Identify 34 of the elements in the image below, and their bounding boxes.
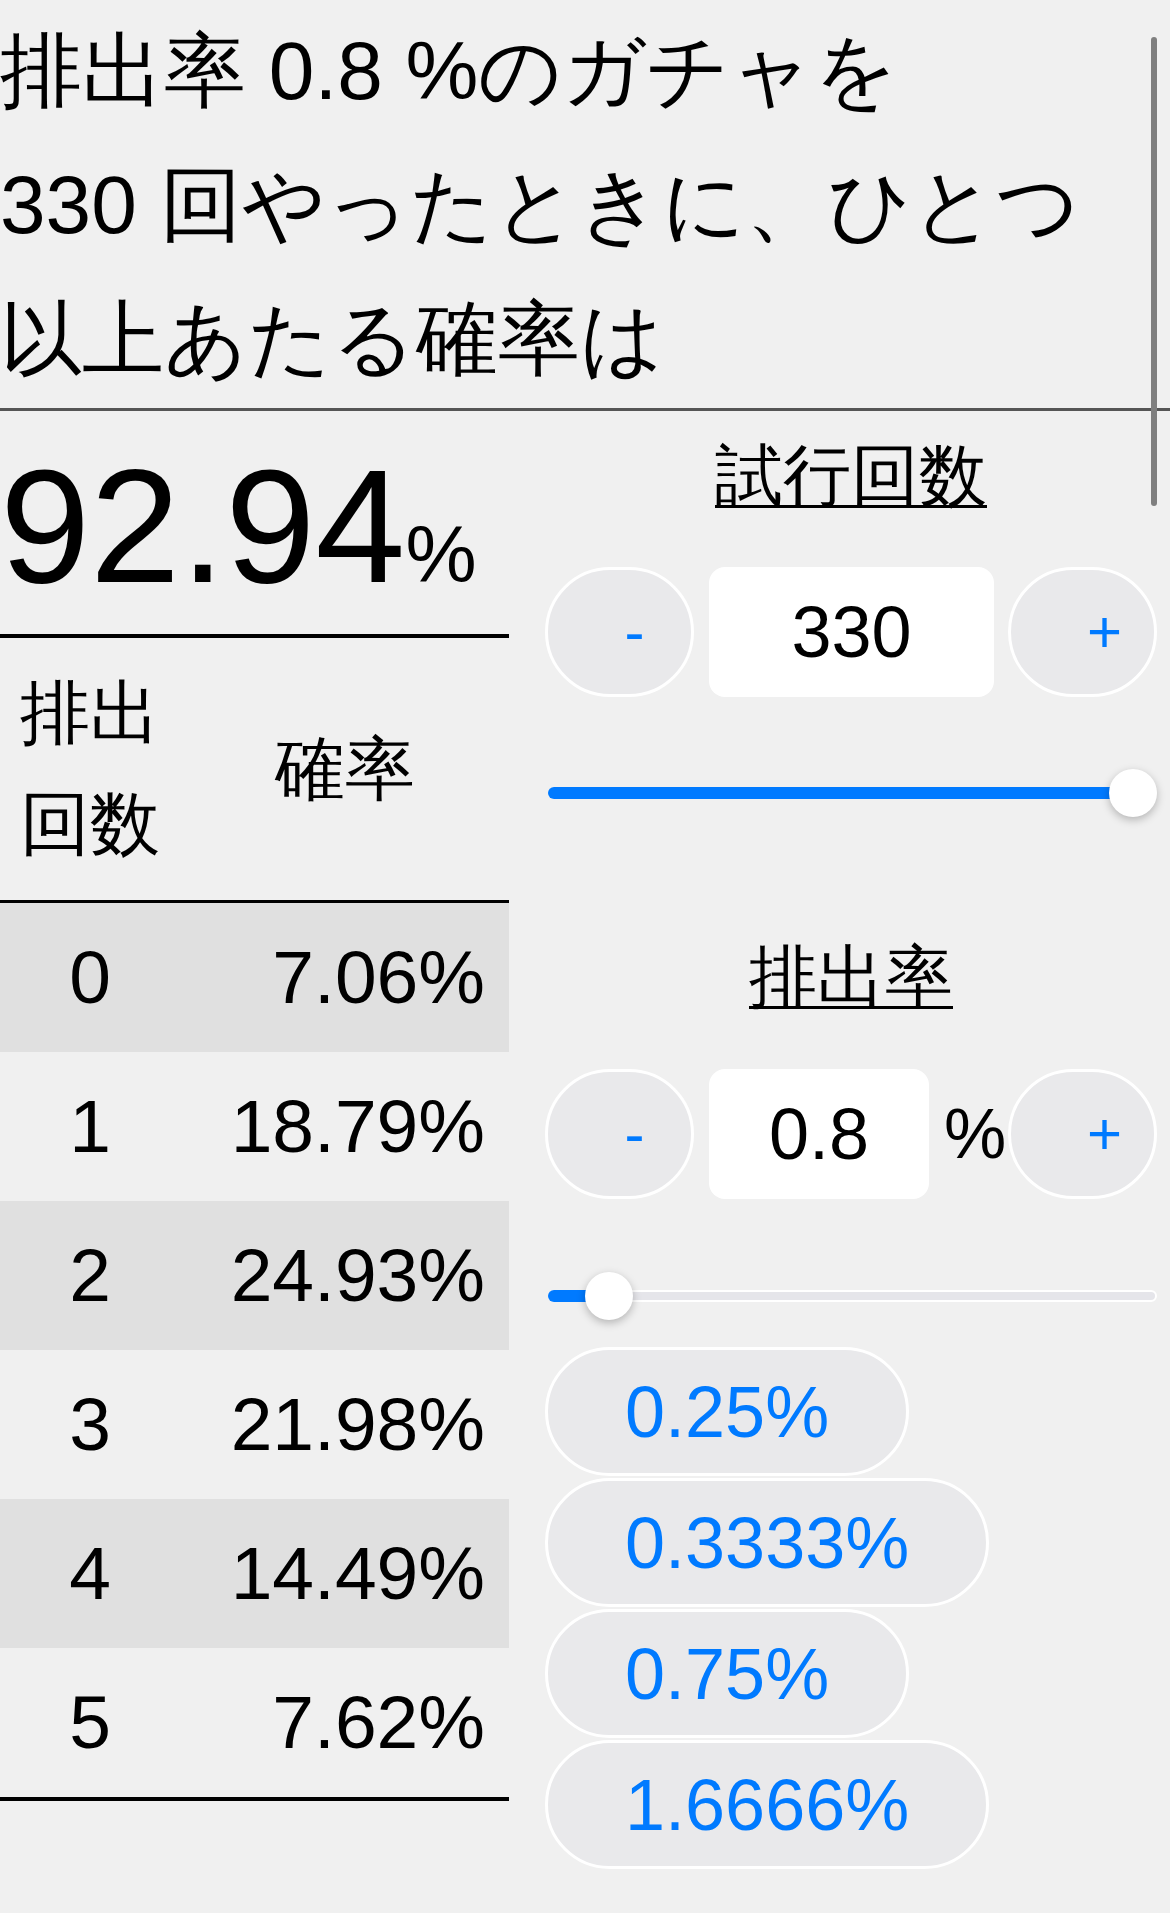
trials-input[interactable]: 330 — [709, 567, 994, 697]
table-cell-text: 1 — [68, 1089, 112, 1164]
table-cell-text: 5 — [68, 1685, 112, 1760]
column-header: 排出回数 — [19, 673, 161, 865]
table-cell-text: 0 — [68, 940, 112, 1015]
section-title: 試行回数 — [715, 436, 987, 515]
preset-button[interactable]: 0.75% — [545, 1609, 910, 1738]
increment-button[interactable]: + — [1008, 1069, 1157, 1199]
table-cell-text: 2 — [68, 1238, 112, 1313]
table-cell-text: 14.49% — [229, 1536, 486, 1611]
question-text: 排出率 0.8 %のガチャを 330 回やったときに、ひとつ以上あたる確率は — [0, 24, 1081, 386]
result-unit: % — [405, 510, 477, 599]
slider-track[interactable] — [548, 1272, 1157, 1320]
table-cell-text: 7.06% — [271, 940, 486, 1015]
table-cell-text: 18.79% — [229, 1089, 486, 1164]
table-cell-text: 4 — [68, 1536, 112, 1611]
rate-input[interactable]: 0.8 — [709, 1069, 929, 1199]
table-cell-text: 7.62% — [271, 1685, 486, 1760]
unit-label: % — [944, 1099, 1007, 1169]
column-header: 確率 — [273, 728, 416, 810]
slider-track[interactable] — [548, 769, 1157, 817]
decrement-button[interactable]: - — [545, 1069, 694, 1199]
table-cell-text: 3 — [68, 1387, 112, 1462]
slider-thumb[interactable] — [585, 1272, 633, 1320]
preset-button[interactable]: 1.6666% — [545, 1740, 990, 1869]
preset-button[interactable]: 0.3333% — [545, 1478, 990, 1607]
table-cell-text: 24.93% — [229, 1238, 486, 1313]
decrement-button[interactable]: - — [545, 567, 694, 697]
increment-button[interactable]: + — [1008, 567, 1157, 697]
preset-button[interactable]: 0.25% — [545, 1347, 910, 1476]
section-title: 排出率 — [749, 937, 953, 1016]
table-cell-text: 21.98% — [229, 1387, 486, 1462]
result-value: 92.94 — [0, 435, 406, 616]
slider-thumb[interactable] — [1109, 769, 1157, 817]
